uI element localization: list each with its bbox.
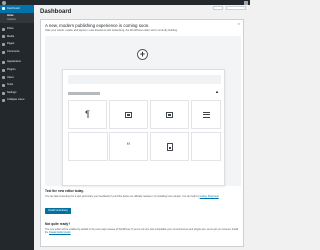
not-ready-section: Not quite ready? The new editor will be … (45, 222, 241, 234)
plus-icon: + (137, 49, 148, 60)
help-tab[interactable] (213, 6, 223, 10)
sidebar-item-label: Media (7, 34, 15, 38)
gallery-icon (166, 111, 173, 118)
quote-block-tile: “ (109, 132, 148, 161)
dashboard-submenu: Home Updates (0, 12, 34, 23)
tools-icon (2, 84, 5, 88)
editor-preview-illustration: + ▲ ¶ “ (45, 36, 241, 186)
main-content: Dashboard ✕ A new, modern publishing exp… (34, 5, 250, 250)
block-tile (191, 132, 221, 161)
sidebar-item-label: Collapse menu (7, 98, 25, 102)
page-title: Dashboard (40, 9, 72, 15)
list-block-tile (191, 100, 221, 129)
sidebar-item-pages[interactable]: Pages (0, 41, 34, 49)
media-icon (2, 35, 5, 39)
settings-icon (2, 91, 5, 95)
paragraph-icon: ¶ (85, 109, 90, 119)
pages-icon (2, 43, 5, 47)
classic-editor-link[interactable]: Classic Editor plugin (49, 231, 71, 234)
quote-icon: “ (127, 141, 130, 151)
sidebar-item-users[interactable]: Users (0, 74, 34, 82)
comments-icon (2, 50, 5, 54)
sidebar-item-label: Dashboard (7, 6, 20, 10)
sidebar-item-appearance[interactable]: Appearance (0, 59, 34, 67)
dashboard-icon (2, 7, 5, 11)
sidebar-item-posts[interactable]: Posts (0, 26, 34, 34)
panel-subtext: Take your words, media, and layout in ne… (45, 28, 178, 32)
wordpress-logo-icon[interactable] (2, 0, 6, 5)
plugins-icon (2, 68, 5, 72)
chevron-up-icon: ▲ (215, 89, 219, 94)
sidebar-item-label: Pages (7, 42, 15, 46)
block-inserter-illustration: ▲ ¶ “ (62, 69, 225, 186)
sidebar-item-dashboard[interactable]: Dashboard (0, 5, 34, 13)
sidebar-item-media[interactable]: Media (0, 33, 34, 41)
file-block-tile (150, 132, 189, 161)
inserter-search-bar (68, 75, 221, 84)
file-icon (166, 142, 173, 151)
avatar[interactable] (244, 0, 248, 5)
list-icon (202, 111, 210, 118)
collapse-icon (2, 99, 5, 103)
sidebar-item-label: Tools (7, 83, 14, 87)
sidebar-item-label: Plugins (7, 68, 16, 72)
gutenberg-try-panel: ✕ A new, modern publishing experience is… (40, 19, 244, 247)
test-editor-text: You can take Gutenberg for a spin (and s… (45, 195, 241, 198)
sidebar-item-label: Posts (7, 27, 14, 31)
image-block-tile (109, 100, 148, 129)
not-ready-text: The new editor will be enabled by defaul… (45, 228, 241, 234)
sidebar-item-label: Users (7, 75, 14, 79)
admin-sidebar: Dashboard Home Updates Posts Media Pages… (0, 5, 34, 250)
test-editor-title: Test the new editor today. (45, 189, 84, 193)
posts-icon (2, 27, 5, 31)
image-icon (125, 111, 132, 118)
sidebar-item-label: Settings (7, 90, 17, 94)
paragraph-block-tile: ¶ (68, 100, 107, 129)
not-ready-text-body: The new editor will be enabled by defaul… (45, 227, 239, 234)
appearance-icon (2, 61, 5, 65)
install-gutenberg-button[interactable]: Install Gutenberg (45, 208, 71, 215)
sidebar-item-tools[interactable]: Tools (0, 82, 34, 90)
block-tile (68, 132, 108, 161)
test-editor-text-body: You can take Gutenberg for a spin (and s… (45, 194, 199, 198)
sidebar-item-settings[interactable]: Settings (0, 89, 34, 97)
panel-heading: A new, modern publishing experience is c… (45, 23, 150, 28)
test-editor-section: Test the new editor today. You can take … (45, 189, 241, 216)
inserter-group-label (68, 92, 100, 95)
screen-options-tab[interactable] (226, 6, 246, 10)
sidebar-item-label: Appearance (7, 60, 21, 64)
gallery-block-tile (150, 100, 189, 129)
collapse-menu-button[interactable]: Collapse menu (0, 97, 34, 105)
dismiss-icon[interactable]: ✕ (237, 22, 240, 26)
sidebar-item-plugins[interactable]: Plugins (0, 67, 34, 75)
users-icon (2, 76, 5, 80)
sidebar-item-label: Comments (7, 49, 20, 53)
not-ready-title: Not quite ready? (45, 222, 71, 226)
testing-link[interactable]: testing, filing bugs (200, 195, 219, 198)
sidebar-item-comments[interactable]: Comments (0, 48, 34, 56)
submenu-item-updates[interactable]: Updates (7, 18, 34, 22)
